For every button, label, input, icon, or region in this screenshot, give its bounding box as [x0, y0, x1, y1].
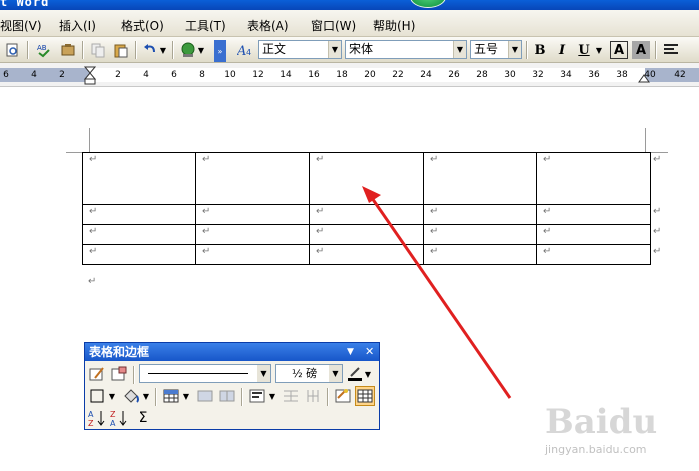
toolbar-title: 表格和边框: [89, 345, 150, 359]
svg-text:Z: Z: [88, 419, 94, 427]
draw-table-icon[interactable]: [87, 364, 107, 384]
chevron-down-icon: ▼: [329, 365, 342, 382]
border-dropdown-icon[interactable]: ▼: [107, 386, 117, 406]
watermark-url: jingyan.baidu.com: [545, 443, 647, 456]
chevron-down-icon: ▼: [257, 365, 270, 382]
align-cell-icon[interactable]: [247, 386, 267, 406]
toolbar-titlebar[interactable]: 表格和边框 ▼ ✕: [85, 343, 379, 361]
svg-text:Z: Z: [110, 410, 116, 419]
eraser-icon[interactable]: [109, 364, 129, 384]
autosum-button[interactable]: Σ: [133, 408, 153, 428]
close-icon[interactable]: ✕: [365, 343, 374, 361]
separator: [241, 388, 242, 406]
separator: [155, 388, 156, 406]
svg-text:A: A: [110, 419, 116, 427]
distribute-columns-icon[interactable]: [303, 386, 323, 406]
line-style-dropdown[interactable]: ▼: [139, 364, 271, 383]
watermark-logo: Baidu: [545, 402, 658, 442]
tables-borders-toolbar[interactable]: 表格和边框 ▼ ✕ ▼ ½ 磅 ▼ ▼ ▼ ▼ ▼ ▼ A Z Z A Σ: [84, 342, 380, 430]
svg-text:A: A: [88, 410, 94, 419]
sort-descending-button[interactable]: ZA: [109, 408, 129, 428]
insert-table-icon[interactable]: [161, 386, 181, 406]
watermark: Baidu jingyan.baidu.com: [545, 388, 695, 468]
show-gridlines-button[interactable]: [355, 386, 375, 406]
separator: [133, 366, 134, 384]
line-weight-dropdown[interactable]: ½ 磅 ▼: [275, 364, 343, 383]
insert-table-dropdown-icon[interactable]: ▼: [181, 386, 191, 406]
shading-color-icon[interactable]: [121, 386, 141, 406]
distribute-rows-icon[interactable]: [281, 386, 301, 406]
line-weight-value: ½ 磅: [292, 367, 318, 380]
sort-ascending-button[interactable]: AZ: [87, 408, 107, 428]
table-autoformat-icon[interactable]: [333, 386, 353, 406]
align-dropdown-icon[interactable]: ▼: [267, 386, 277, 406]
border-color-icon[interactable]: [345, 364, 365, 384]
toolbar-options-icon[interactable]: ▼: [347, 343, 354, 361]
shading-dropdown-icon[interactable]: ▼: [141, 386, 151, 406]
outside-border-icon[interactable]: [87, 386, 107, 406]
merge-cells-icon[interactable]: [195, 386, 215, 406]
separator: [327, 388, 328, 406]
split-cells-icon[interactable]: [217, 386, 237, 406]
border-color-dropdown-icon[interactable]: ▼: [363, 364, 373, 384]
